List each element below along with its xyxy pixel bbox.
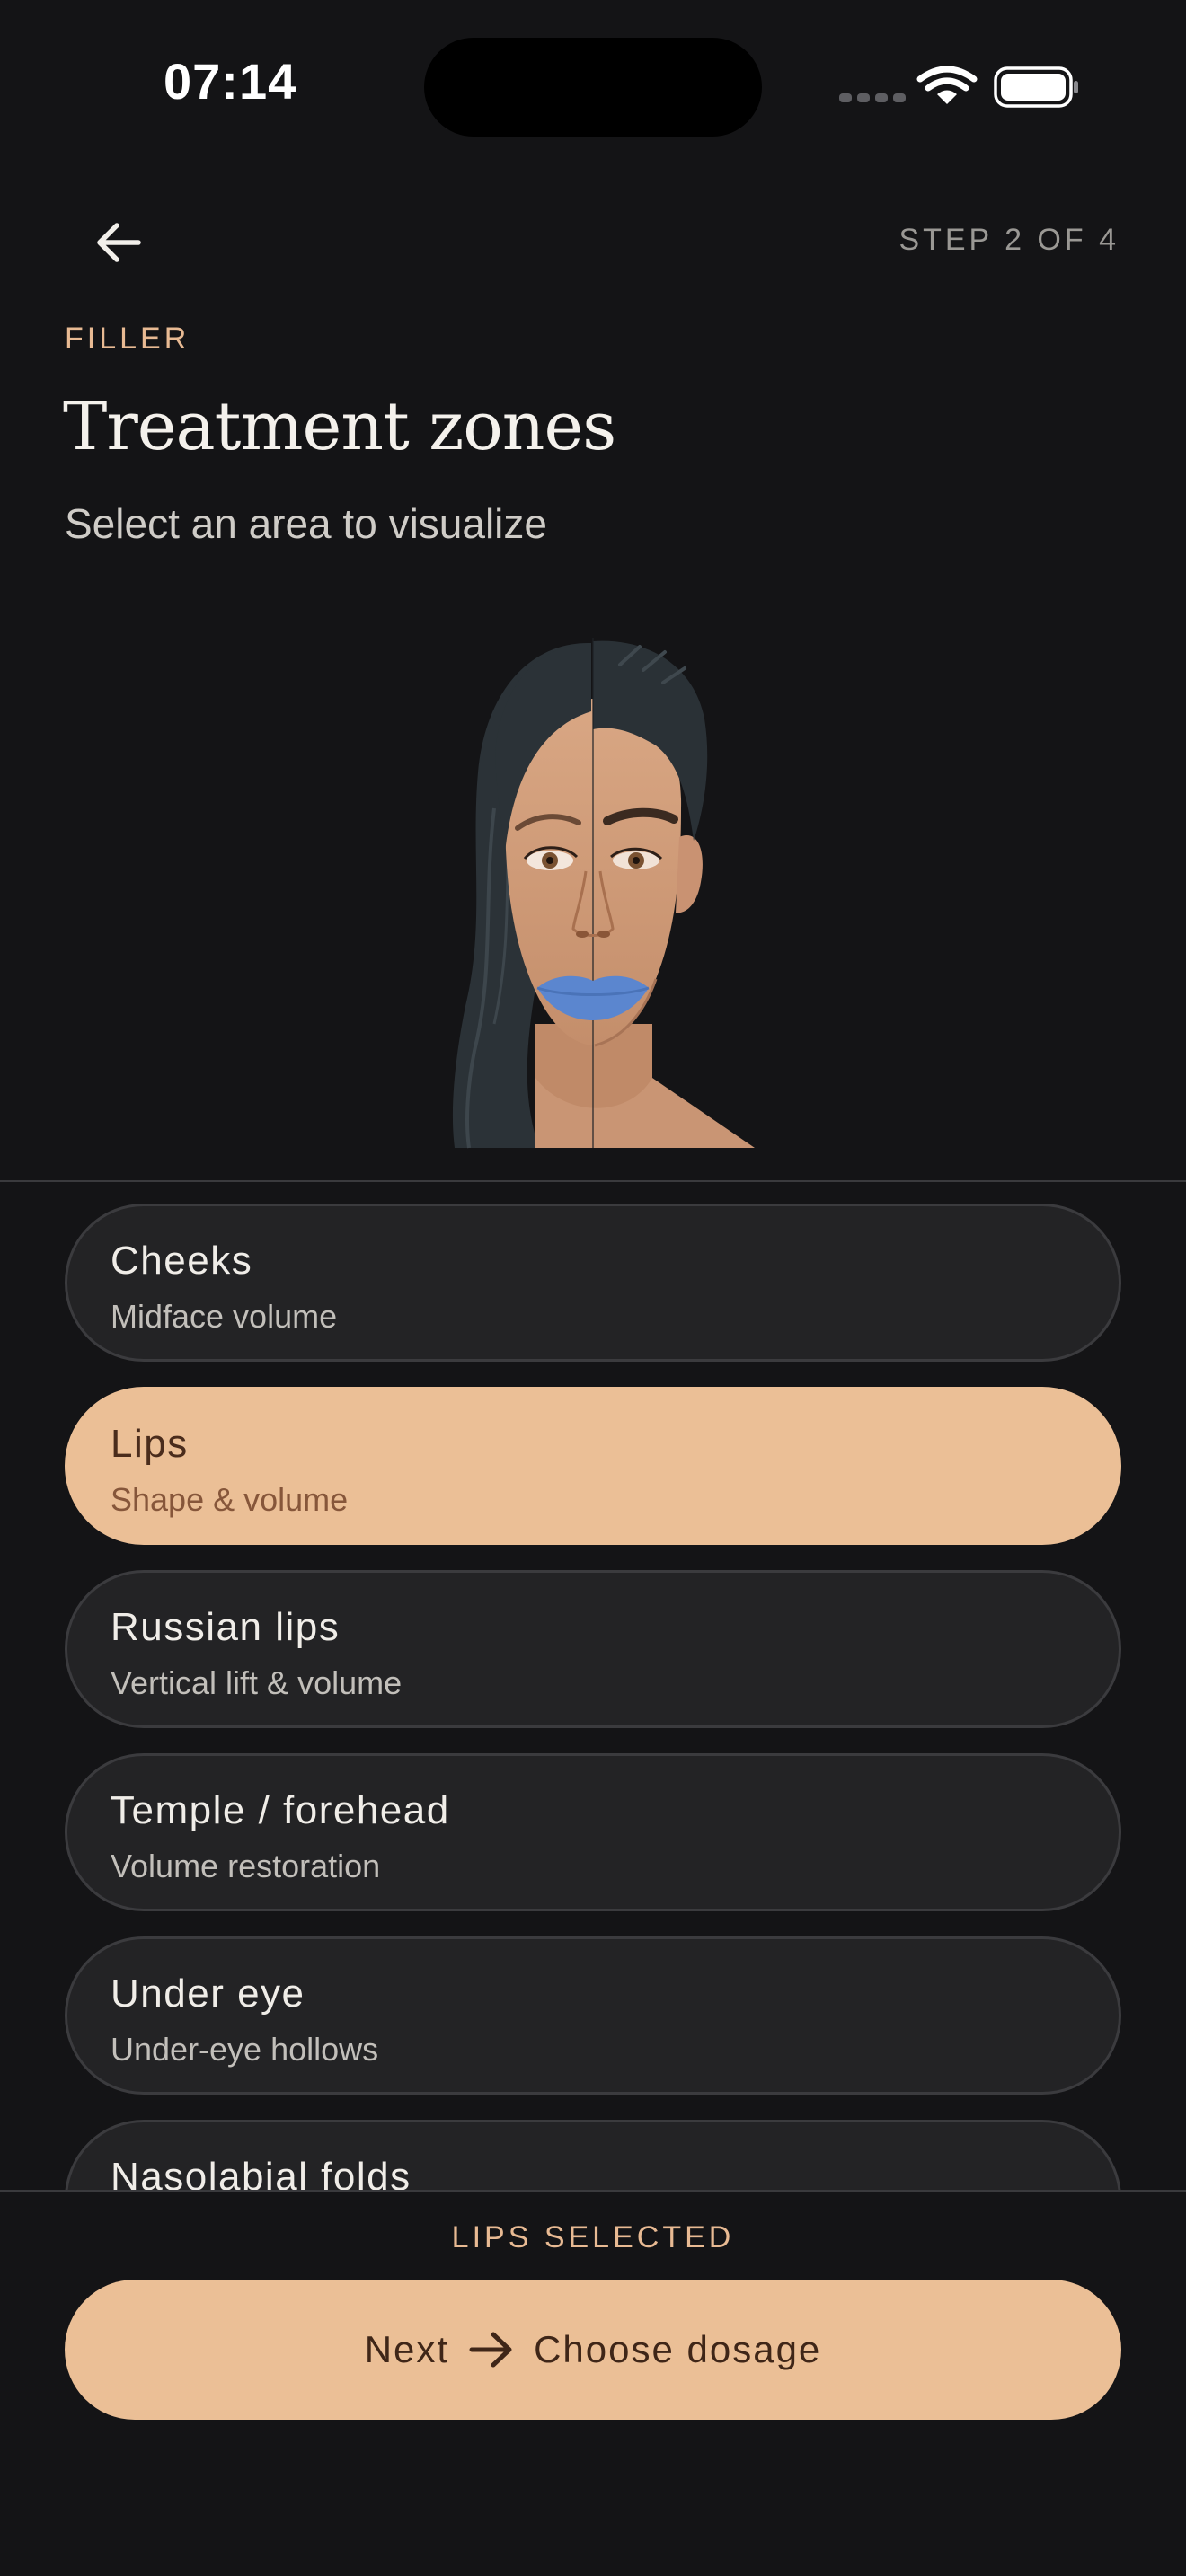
zone-name: Russian lips — [111, 1605, 341, 1649]
footer: LIPS SELECTED Next Choose dosage — [0, 2190, 1186, 2576]
status-time: 07:14 — [164, 53, 297, 110]
dynamic-island — [424, 38, 762, 137]
divider — [0, 2190, 1186, 2192]
zone-list[interactable]: Cheeks Midface volume Lips Shape & volum… — [0, 1182, 1186, 2190]
category-label: FILLER — [65, 322, 190, 356]
zone-card-temple-forehead[interactable]: Temple / forehead Volume restoration — [65, 1753, 1121, 1911]
zone-name: Under eye — [111, 1972, 305, 2016]
page-subtitle: Select an area to visualize — [65, 500, 547, 547]
arrow-left-icon — [97, 223, 141, 262]
zone-name: Cheeks — [111, 1239, 253, 1283]
wifi-icon — [916, 66, 978, 104]
next-label: Next — [364, 2328, 450, 2370]
back-button[interactable] — [83, 207, 155, 278]
arrow-right-icon — [469, 2332, 512, 2368]
battery-icon — [994, 66, 1078, 108]
zone-description: Shape & volume — [111, 1481, 349, 1518]
zone-description: Vertical lift & volume — [111, 1664, 403, 1701]
page-title: Treatment zones — [63, 388, 616, 465]
next-button[interactable]: Next Choose dosage — [65, 2280, 1121, 2420]
next-target-label: Choose dosage — [534, 2328, 822, 2370]
zone-name: Temple / forehead — [111, 1788, 450, 1832]
zone-name: Nasolabial folds — [111, 2155, 412, 2190]
zone-card-nasolabial-folds[interactable]: Nasolabial folds — [65, 2120, 1121, 2190]
zone-description: Under-eye hollows — [111, 2031, 379, 2068]
zone-description: Volume restoration — [111, 1848, 381, 1884]
status-icons — [839, 65, 1080, 110]
zone-card-russian-lips[interactable]: Russian lips Vertical lift & volume — [65, 1570, 1121, 1728]
zone-card-cheeks[interactable]: Cheeks Midface volume — [65, 1204, 1121, 1362]
face-illustration[interactable] — [359, 629, 827, 1150]
zone-name: Lips — [111, 1422, 189, 1466]
signal-dots-icon — [839, 93, 906, 102]
zone-card-lips[interactable]: Lips Shape & volume — [65, 1387, 1121, 1545]
selection-status: LIPS SELECTED — [451, 2220, 735, 2254]
zone-description: Midface volume — [111, 1298, 338, 1335]
step-indicator: STEP 2 OF 4 — [898, 223, 1120, 257]
zone-card-under-eye[interactable]: Under eye Under-eye hollows — [65, 1936, 1121, 2095]
